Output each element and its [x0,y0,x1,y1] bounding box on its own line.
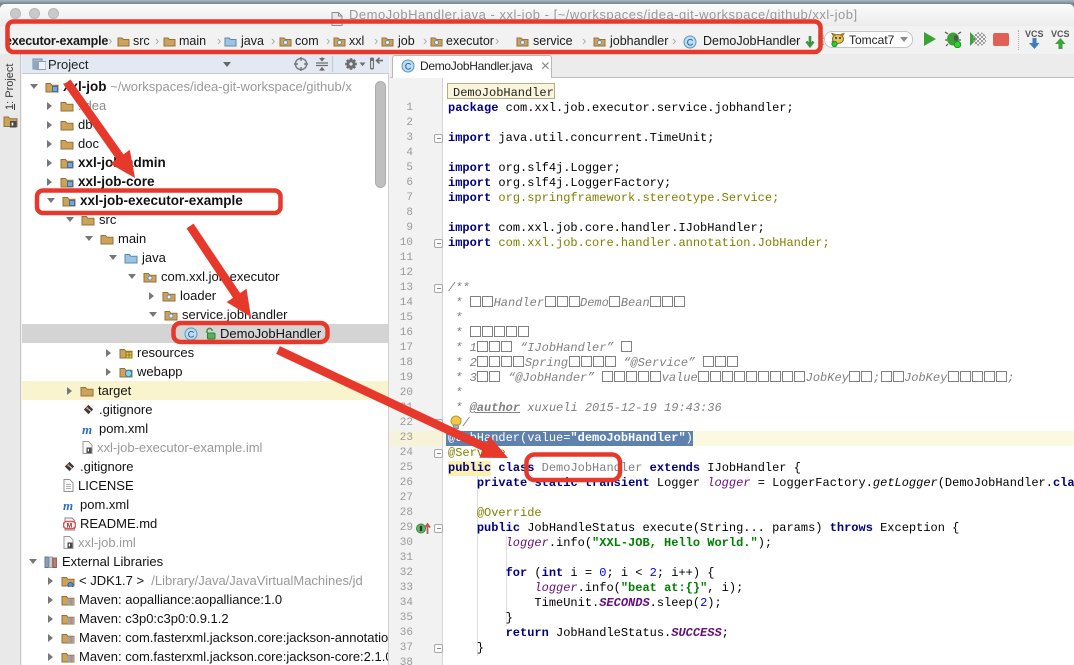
svg-text:C: C [687,38,694,48]
svg-text:m: m [63,499,73,511]
svg-text:M: M [67,522,72,529]
svg-text:C: C [188,329,195,339]
svg-text:C: C [405,61,412,71]
svg-text:m: m [82,423,92,435]
